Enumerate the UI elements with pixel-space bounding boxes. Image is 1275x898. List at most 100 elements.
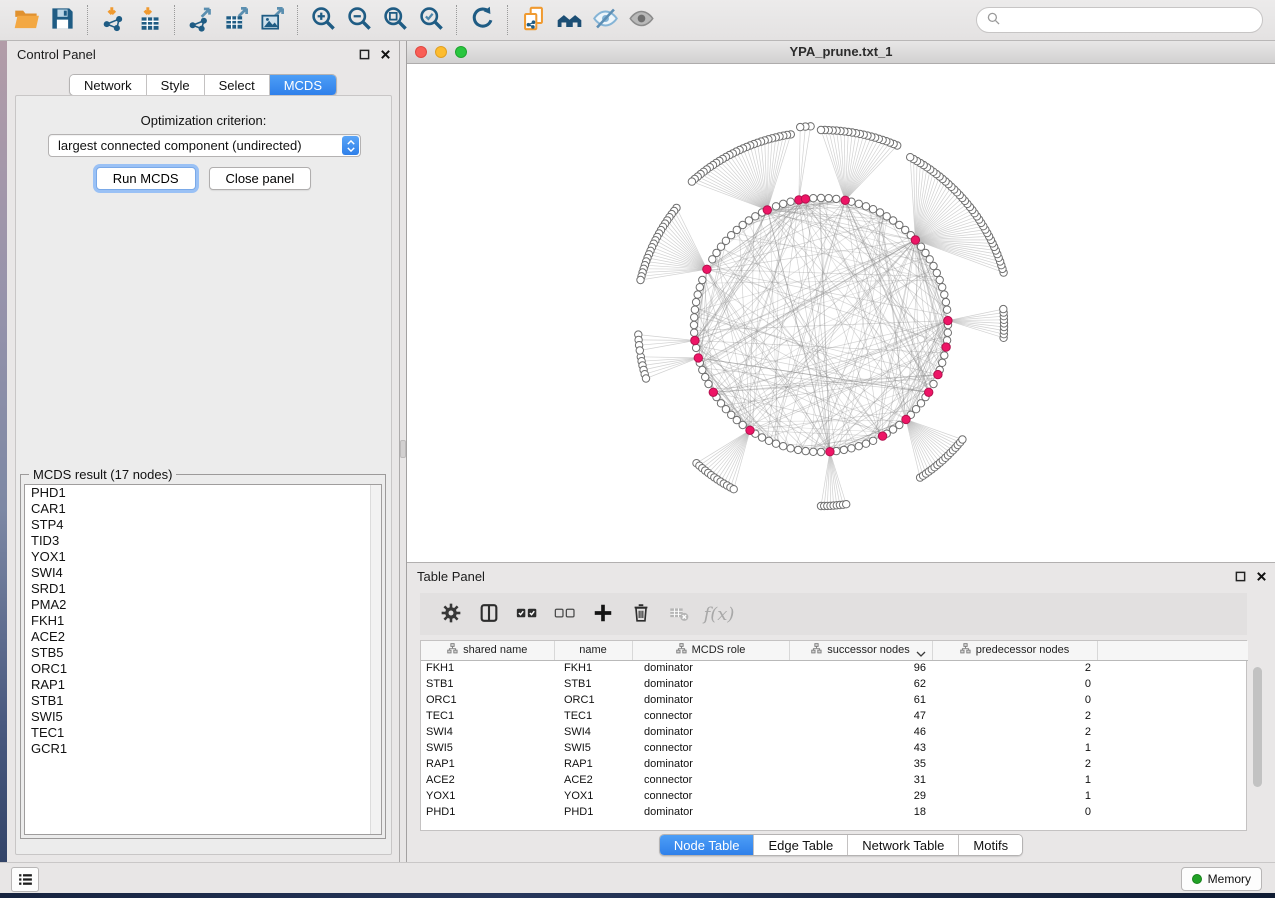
node[interactable] bbox=[869, 206, 876, 213]
node-table[interactable]: shared namenameMCDS rolesuccessor nodesp… bbox=[420, 640, 1247, 831]
network-canvas[interactable] bbox=[407, 64, 1275, 563]
node[interactable] bbox=[690, 321, 697, 328]
columns-button[interactable] bbox=[470, 597, 508, 631]
zoom-fit-button[interactable] bbox=[377, 4, 413, 36]
node[interactable] bbox=[688, 178, 695, 185]
node[interactable] bbox=[642, 375, 649, 382]
table-cell[interactable] bbox=[1097, 804, 1248, 820]
dominator-node[interactable] bbox=[801, 195, 809, 203]
node[interactable] bbox=[941, 291, 948, 298]
mcds-result-item[interactable]: SRD1 bbox=[25, 581, 381, 597]
table-tab-node-table[interactable]: Node Table bbox=[660, 835, 755, 855]
mcds-result-list[interactable]: PHD1CAR1STP4TID3YOX1SWI4SRD1PMA2FKH1ACE2… bbox=[24, 484, 382, 835]
export-table-button[interactable] bbox=[218, 4, 254, 36]
dominator-node[interactable] bbox=[878, 432, 886, 440]
node[interactable] bbox=[797, 123, 804, 130]
dominator-node[interactable] bbox=[691, 336, 699, 344]
node[interactable] bbox=[943, 306, 950, 313]
table-row[interactable]: SWI4SWI4dominator462 bbox=[421, 724, 1248, 740]
node[interactable] bbox=[907, 154, 914, 161]
node[interactable] bbox=[730, 486, 737, 493]
export-image-button[interactable] bbox=[254, 4, 290, 36]
node[interactable] bbox=[1000, 305, 1007, 312]
table-cell[interactable]: 18 bbox=[789, 804, 932, 820]
table-row[interactable]: STB1STB1dominator620 bbox=[421, 676, 1248, 692]
dominator-node[interactable] bbox=[703, 265, 711, 273]
node[interactable] bbox=[883, 213, 890, 220]
table-cell[interactable]: SWI5 bbox=[554, 740, 632, 756]
table-cell[interactable]: 96 bbox=[789, 660, 932, 676]
table-cell[interactable] bbox=[1097, 772, 1248, 788]
table-cell[interactable]: 62 bbox=[789, 676, 932, 692]
node[interactable] bbox=[780, 443, 787, 450]
node[interactable] bbox=[855, 200, 862, 207]
table-cell[interactable]: RAP1 bbox=[554, 756, 632, 772]
mcds-result-item[interactable]: STB1 bbox=[25, 693, 381, 709]
table-row[interactable]: RAP1RAP1dominator352 bbox=[421, 756, 1248, 772]
share-document-button[interactable] bbox=[515, 4, 551, 36]
refresh-button[interactable] bbox=[464, 4, 500, 36]
table-cell[interactable]: dominator bbox=[632, 804, 789, 820]
mcds-result-item[interactable]: STP4 bbox=[25, 517, 381, 533]
table-cell[interactable]: 2 bbox=[932, 756, 1097, 772]
node[interactable] bbox=[691, 314, 698, 321]
table-cell[interactable]: connector bbox=[632, 708, 789, 724]
tab-select[interactable]: Select bbox=[205, 75, 270, 95]
node[interactable] bbox=[930, 262, 937, 269]
table-cell[interactable]: YOX1 bbox=[554, 788, 632, 804]
node[interactable] bbox=[862, 440, 869, 447]
dominator-node[interactable] bbox=[709, 388, 717, 396]
dominator-node[interactable] bbox=[841, 196, 849, 204]
node[interactable] bbox=[758, 434, 765, 441]
table-cell[interactable]: TEC1 bbox=[554, 708, 632, 724]
table-cell[interactable]: SWI5 bbox=[421, 740, 554, 756]
node[interactable] bbox=[876, 209, 883, 216]
node[interactable] bbox=[942, 298, 949, 305]
table-row[interactable]: YOX1YOX1connector291 bbox=[421, 788, 1248, 804]
node[interactable] bbox=[780, 200, 787, 207]
column-header-predecessor-nodes[interactable]: predecessor nodes bbox=[932, 641, 1097, 660]
node[interactable] bbox=[944, 329, 951, 336]
node[interactable] bbox=[843, 501, 850, 508]
table-cell[interactable]: 35 bbox=[789, 756, 932, 772]
mcds-result-item[interactable]: PHD1 bbox=[25, 485, 381, 501]
mcds-result-item[interactable]: GCR1 bbox=[25, 741, 381, 757]
table-cell[interactable]: connector bbox=[632, 788, 789, 804]
table-cell[interactable]: YOX1 bbox=[421, 788, 554, 804]
node[interactable] bbox=[817, 126, 824, 133]
mcds-result-item[interactable]: YOX1 bbox=[25, 549, 381, 565]
zoom-in-button[interactable] bbox=[305, 4, 341, 36]
node[interactable] bbox=[896, 421, 903, 428]
table-cell[interactable]: FKH1 bbox=[421, 660, 554, 676]
node[interactable] bbox=[694, 291, 701, 298]
node[interactable] bbox=[636, 347, 643, 354]
node[interactable] bbox=[702, 373, 709, 380]
deselect-all-button[interactable] bbox=[546, 597, 584, 631]
node[interactable] bbox=[869, 437, 876, 444]
mcds-result-item[interactable]: RAP1 bbox=[25, 677, 381, 693]
network-window-titlebar[interactable]: YPA_prune.txt_1 bbox=[407, 41, 1275, 64]
node[interactable] bbox=[699, 276, 706, 283]
mcds-result-item[interactable]: FKH1 bbox=[25, 613, 381, 629]
node[interactable] bbox=[825, 195, 832, 202]
table-cell[interactable]: SWI4 bbox=[421, 724, 554, 740]
open-folder-button[interactable] bbox=[8, 4, 44, 36]
node[interactable] bbox=[817, 194, 824, 201]
column-header-MCDS-role[interactable]: MCDS role bbox=[632, 641, 789, 660]
table-cell[interactable]: 46 bbox=[789, 724, 932, 740]
node[interactable] bbox=[817, 448, 824, 455]
node[interactable] bbox=[939, 284, 946, 291]
mcds-result-item[interactable]: SWI5 bbox=[25, 709, 381, 725]
mcds-result-item[interactable]: TEC1 bbox=[25, 725, 381, 741]
dominator-node[interactable] bbox=[925, 388, 933, 396]
add-button[interactable] bbox=[584, 597, 622, 631]
tab-mcds[interactable]: MCDS bbox=[270, 75, 336, 95]
table-cell[interactable] bbox=[1097, 724, 1248, 740]
table-cell[interactable]: 1 bbox=[932, 788, 1097, 804]
node[interactable] bbox=[930, 380, 937, 387]
node[interactable] bbox=[862, 203, 869, 210]
node[interactable] bbox=[848, 445, 855, 452]
table-cell[interactable]: TEC1 bbox=[421, 708, 554, 724]
table-cell[interactable]: 29 bbox=[789, 788, 932, 804]
table-cell[interactable]: 1 bbox=[932, 740, 1097, 756]
